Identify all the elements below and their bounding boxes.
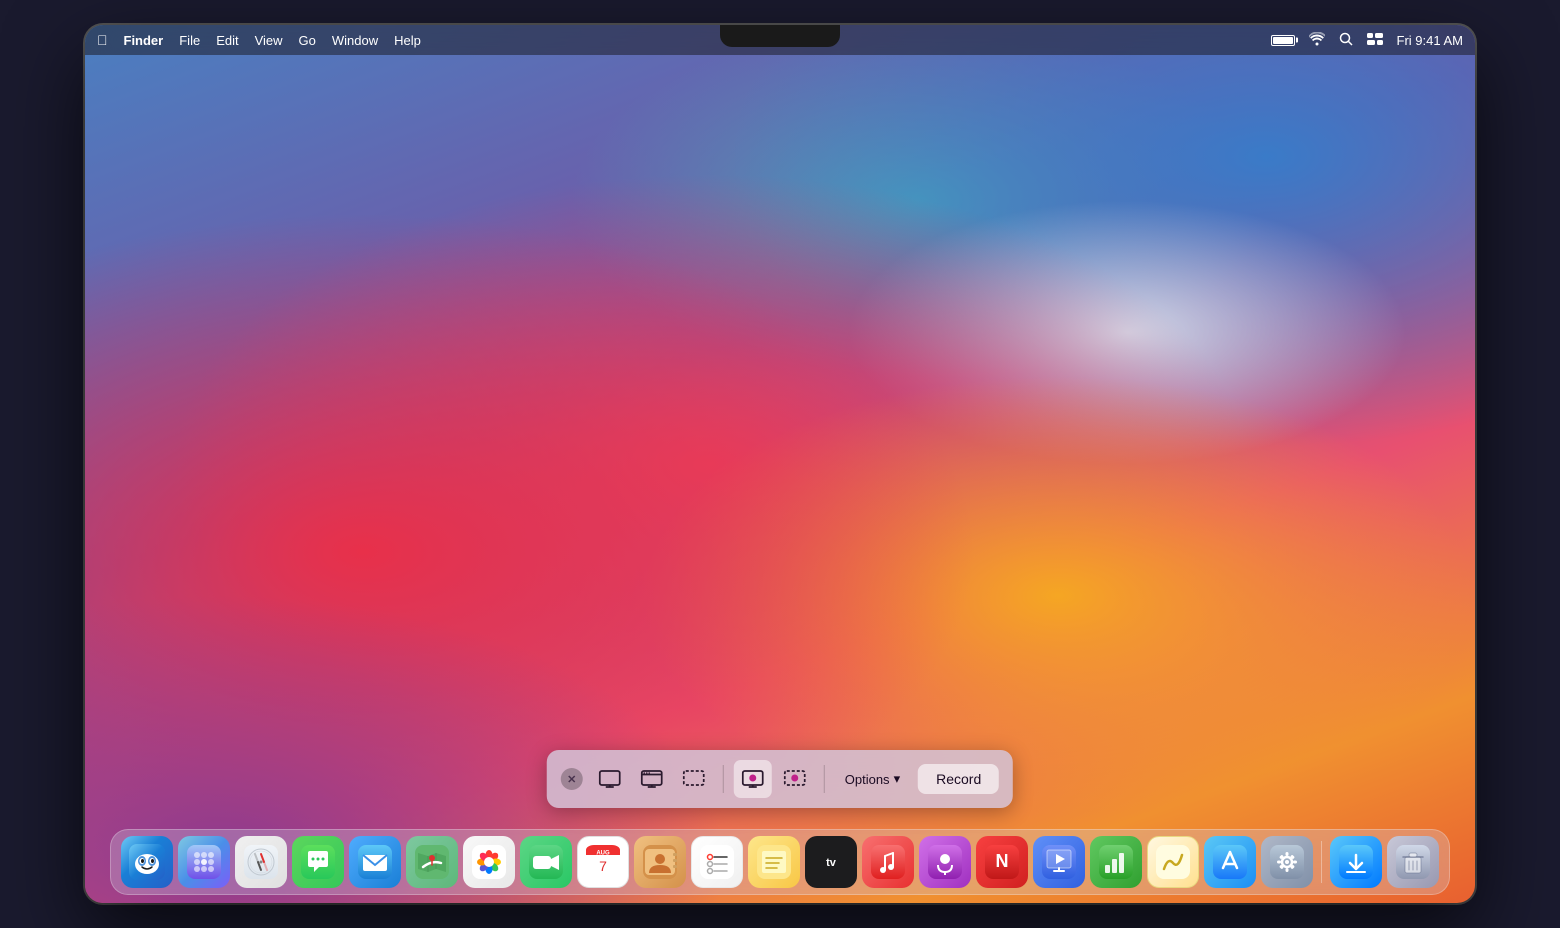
appstore-icon: [1213, 845, 1247, 879]
mail-icon: [358, 845, 392, 879]
reminders-icon: [700, 845, 734, 879]
dock-app-reminders[interactable]: [691, 836, 743, 888]
dock-app-launchpad[interactable]: [178, 836, 230, 888]
capture-entire-screen-button[interactable]: [591, 760, 629, 798]
maps-icon: [415, 845, 449, 879]
system-preferences-icon: [1270, 845, 1304, 879]
dock: AUG 7: [110, 829, 1450, 895]
notch: [720, 25, 840, 47]
svg-text:tv: tv: [826, 857, 837, 869]
news-icon: N: [985, 845, 1019, 879]
menubar-left:  Finder File Edit View Go Window Help: [97, 32, 421, 48]
dock-app-contacts[interactable]: [634, 836, 686, 888]
calendar-icon: AUG 7: [586, 845, 620, 879]
dock-app-appstore[interactable]: [1204, 836, 1256, 888]
datetime-display[interactable]: Fri 9:41 AM: [1397, 33, 1463, 48]
menubar-right: Fri 9:41 AM: [1271, 32, 1463, 49]
dock-app-freeform[interactable]: [1147, 836, 1199, 888]
control-center-icon[interactable]: [1367, 33, 1383, 48]
record-portion-button[interactable]: [776, 760, 814, 798]
dock-app-numbers[interactable]: [1090, 836, 1142, 888]
photos-icon: [472, 845, 506, 879]
capture-window-button[interactable]: [633, 760, 671, 798]
launchpad-icon: [187, 845, 221, 879]
dock-app-calendar[interactable]: AUG 7: [577, 836, 629, 888]
menu-go[interactable]: Go: [299, 33, 316, 48]
podcasts-icon: [928, 845, 962, 879]
airdrop-icon: [1339, 845, 1373, 879]
dock-app-music[interactable]: [862, 836, 914, 888]
dock-app-appletv[interactable]: tv: [805, 836, 857, 888]
dock-app-trash[interactable]: [1387, 836, 1439, 888]
svg-text:N: N: [996, 851, 1009, 871]
record-label: Record: [936, 771, 981, 787]
dock-app-keynote[interactable]: [1033, 836, 1085, 888]
safari-icon: [244, 845, 278, 879]
appletv-icon: tv: [814, 845, 848, 879]
svg-text:AUG: AUG: [596, 851, 610, 857]
finder-icon: [129, 844, 165, 880]
capture-entire-screen-icon: [599, 768, 621, 790]
record-screen-button[interactable]: [734, 760, 772, 798]
keynote-icon: [1042, 845, 1076, 879]
freeform-icon: [1156, 845, 1190, 879]
capture-portion-icon: [683, 768, 705, 790]
messages-icon: [301, 845, 335, 879]
record-portion-icon: [784, 768, 806, 790]
screenshot-toolbar: ✕: [547, 750, 1013, 808]
apple-logo-icon[interactable]: : [97, 32, 108, 48]
menu-view[interactable]: View: [255, 33, 283, 48]
toolbar-divider-2: [824, 765, 825, 793]
notes-icon: [757, 845, 791, 879]
menu-window[interactable]: Window: [332, 33, 378, 48]
menu-finder[interactable]: Finder: [124, 33, 164, 48]
contacts-icon: [643, 845, 677, 879]
dock-app-news[interactable]: N: [976, 836, 1028, 888]
battery-body: [1271, 35, 1295, 46]
options-chevron-icon: ▾: [894, 771, 901, 787]
dock-app-safari[interactable]: [235, 836, 287, 888]
dock-app-system-preferences[interactable]: [1261, 836, 1313, 888]
menu-file[interactable]: File: [179, 33, 200, 48]
dock-app-mail[interactable]: [349, 836, 401, 888]
battery-fill: [1273, 37, 1293, 44]
trash-icon: [1396, 845, 1430, 879]
battery-indicator: [1271, 35, 1295, 46]
search-icon[interactable]: [1339, 32, 1353, 49]
dock-app-podcasts[interactable]: [919, 836, 971, 888]
dock-app-photos[interactable]: [463, 836, 515, 888]
dock-app-facetime[interactable]: [520, 836, 572, 888]
facetime-icon: [529, 845, 563, 879]
record-button[interactable]: Record: [918, 764, 999, 794]
dock-app-messages[interactable]: [292, 836, 344, 888]
svg-text:7: 7: [599, 858, 607, 874]
wifi-icon[interactable]: [1309, 32, 1325, 49]
menu-help[interactable]: Help: [394, 33, 421, 48]
dock-app-maps[interactable]: [406, 836, 458, 888]
music-icon: [871, 845, 905, 879]
dock-app-notes[interactable]: [748, 836, 800, 888]
toolbar-divider-1: [723, 765, 724, 793]
dock-app-airdrop[interactable]: [1330, 836, 1382, 888]
numbers-icon: [1099, 845, 1133, 879]
menu-edit[interactable]: Edit: [216, 33, 238, 48]
options-label: Options: [845, 772, 890, 787]
capture-window-icon: [641, 768, 663, 790]
dock-app-finder[interactable]: [121, 836, 173, 888]
screen:  Finder File Edit View Go Window Help: [85, 25, 1475, 903]
close-icon: ✕: [567, 773, 576, 786]
record-screen-icon: [742, 768, 764, 790]
toolbar-close-button[interactable]: ✕: [561, 768, 583, 790]
options-button[interactable]: Options ▾: [835, 765, 910, 793]
mac-frame:  Finder File Edit View Go Window Help: [85, 25, 1475, 903]
dock-separator: [1321, 841, 1322, 883]
capture-portion-button[interactable]: [675, 760, 713, 798]
